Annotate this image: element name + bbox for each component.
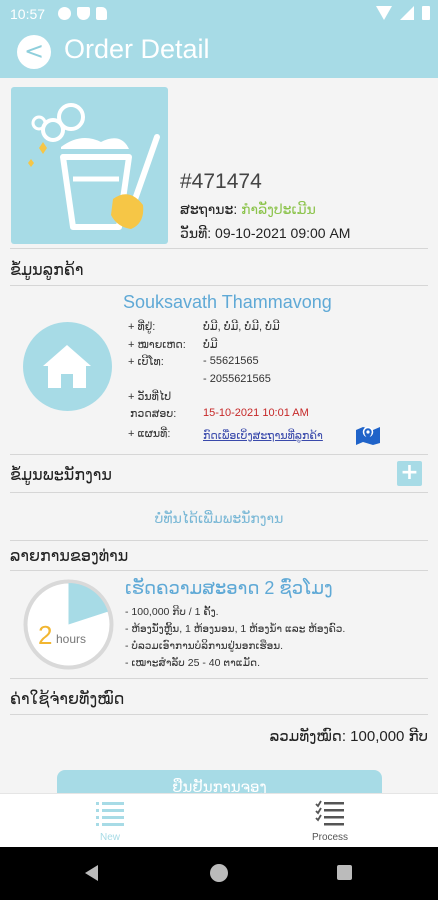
deadline-label-line2: ກວດສອບ: <box>130 408 177 420</box>
service-detail-line: - ເໝາະສຳລັບ 25 - 40 ຕາແມັດ. <box>125 657 261 669</box>
plus-icon: + <box>400 460 419 485</box>
customer-section-title: ຂໍ້ມູນລູກຄ້າ <box>10 262 84 279</box>
customer-avatar <box>23 322 112 411</box>
add-employee-button[interactable]: + <box>397 461 422 486</box>
status-right-icons <box>376 6 430 20</box>
divider <box>10 248 428 249</box>
note-value: ບໍ່ມີ <box>203 339 218 351</box>
status-value: ກຳລັງປະເມີນ <box>241 201 316 217</box>
totals-section-title: ຄ່າໃຊ້ຈ່າຍທັງໝົດ <box>10 691 125 708</box>
checklist-icon <box>315 800 344 826</box>
gear-icon <box>58 7 71 20</box>
service-detail-line: - ບໍ່ລວມເອົາການບໍລິການຢູ່ນອກເຮືອນ. <box>125 640 284 652</box>
back-button[interactable]: < <box>17 35 51 69</box>
status-label: ສະຖານະ: <box>180 201 238 217</box>
signal-icon <box>400 6 414 20</box>
divider <box>10 492 428 493</box>
deadline-value: 15-10-2021 10:01 AM <box>203 407 309 419</box>
map-label: + ແຜນທີ່: <box>128 428 171 440</box>
divider <box>10 714 428 715</box>
divider <box>10 540 428 541</box>
home-icon <box>43 345 91 388</box>
app-bar: < Order Detail <box>0 28 438 78</box>
wifi-icon <box>376 6 392 20</box>
system-recents-icon[interactable] <box>337 865 352 880</box>
status-bar: 10:57 <box>0 0 438 28</box>
clock-svg: 2 hours <box>23 579 114 670</box>
map-svg <box>356 426 380 445</box>
date-label: ວັນທີ: <box>180 225 212 241</box>
status-time: 10:57 <box>10 6 46 22</box>
service-detail-line: - ຫ້ອງນັ່ງຫຼິ້ນ, 1 ຫ້ອງນອນ, 1 ຫ້ອງນ້ຳ ແລ… <box>125 623 346 635</box>
nav-item-process[interactable]: Process <box>270 800 390 843</box>
divider <box>10 570 428 571</box>
map-pin-icon[interactable] <box>355 424 381 446</box>
services-section-title: ລາຍການຂອງທ່ານ <box>10 548 129 565</box>
duration-number: 2 <box>38 620 52 650</box>
system-back-icon[interactable] <box>85 865 98 881</box>
total-amount: ລວມທັງໝົດ: 100,000 ກີບ <box>269 728 428 745</box>
nav-item-new[interactable]: New <box>50 800 170 843</box>
phone-number-1: - 55621565 <box>203 355 259 367</box>
order-status: ສະຖານະ: ກຳລັງປະເມີນ <box>180 201 316 218</box>
no-employee-text: ບໍ່ທັນໄດ້ເພີ່ມພະນັກງານ <box>154 510 284 526</box>
sd-card-icon <box>96 7 107 20</box>
map-link[interactable]: ກົດເພື່ອເບິ່ງສະຖານທີ່ລູກຄ້າ <box>203 429 323 442</box>
back-arrow-icon: < <box>23 37 45 65</box>
nav-label-process: Process <box>311 832 349 843</box>
divider <box>10 285 428 286</box>
address-label: + ທີ່ຢູ່: <box>128 321 156 333</box>
divider <box>10 454 428 455</box>
order-date: ວັນທີ: 09-10-2021 09:00 AM <box>180 225 350 242</box>
status-left-icons <box>58 7 107 20</box>
list-icon <box>96 802 124 826</box>
page-title: Order Detail <box>64 34 210 64</box>
cleaning-bucket-icon <box>11 87 168 244</box>
battery-icon <box>422 6 430 20</box>
service-detail-line: - 100,000 ກີບ / 1 ຄັ້ງ. <box>125 606 219 618</box>
cleaning-bucket-svg <box>28 103 160 230</box>
shield-icon <box>77 7 90 20</box>
system-home-icon[interactable] <box>210 864 228 882</box>
note-label: + ໝາຍເຫດ: <box>128 339 186 351</box>
order-id: #471474 <box>180 170 262 193</box>
phone-label: + ເບີໂທ: <box>128 356 164 368</box>
deadline-label-line1: + ວັນທີ່ໄປ <box>128 391 172 403</box>
clock-duration-icon: 2 hours <box>22 578 115 671</box>
bottom-navigation: New Process <box>0 793 438 848</box>
employee-section-title: ຂໍ້ມູນພະນັກງານ <box>10 467 112 484</box>
phone-number-2: - 2055621565 <box>203 373 271 385</box>
divider <box>10 678 428 679</box>
system-navigation-bar <box>0 847 438 900</box>
address-value: ບໍ່ມີ, ບໍ່ມີ, ບໍ່ມີ, ບໍ່ມີ <box>203 321 280 333</box>
service-name: ເຮັດຄວາມສະອາດ 2 ຊົ່ວໂມງ <box>125 578 333 598</box>
customer-name: Souksavath Thammavong <box>123 292 332 312</box>
nav-label-new: New <box>99 832 120 843</box>
date-value: 09-10-2021 09:00 AM <box>215 225 351 241</box>
duration-unit: hours <box>56 632 86 646</box>
